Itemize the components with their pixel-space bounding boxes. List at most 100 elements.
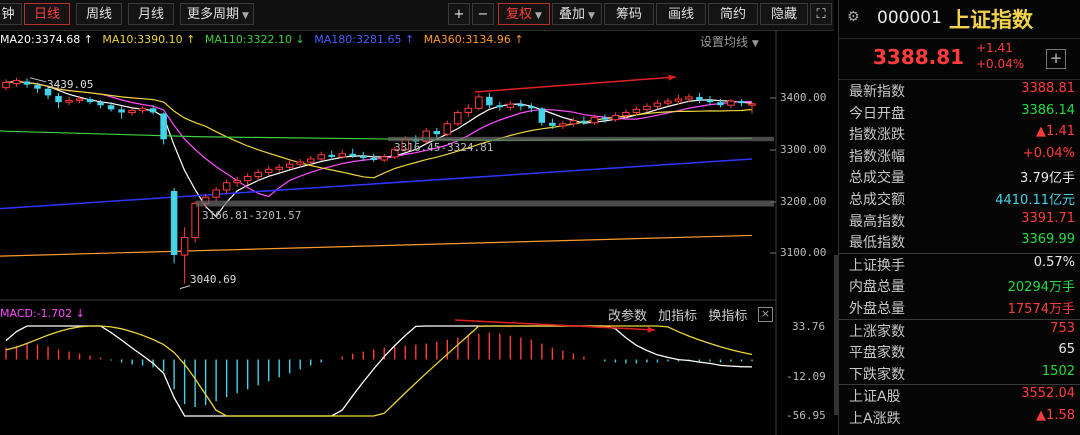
quote-row-label: 今日开盘 <box>849 105 905 122</box>
quote-row-label: 最新指数 <box>849 84 905 100</box>
macd-dif-line <box>5 325 753 417</box>
panel-header: ⚙ 000001 上证指数 <box>839 0 1080 39</box>
quote-row: 最新指数 3388.81 <box>839 80 1080 102</box>
candle-body <box>296 161 304 165</box>
index-code: 000001 <box>877 8 942 28</box>
gear-icon[interactable]: ⚙ <box>847 9 861 25</box>
range-annotation-upper: 3316.45-3324.81 <box>394 141 494 154</box>
candle-body <box>538 108 546 123</box>
candle-body <box>317 154 325 160</box>
quote-row-label: 内盘总量 <box>849 279 905 296</box>
quote-row-label: 指数涨跌 <box>849 127 905 144</box>
candle-body <box>191 202 199 238</box>
candle-body <box>727 100 735 106</box>
ma360-line <box>0 234 753 257</box>
macd-axis-top: 33.76 <box>792 320 826 333</box>
candle-body <box>107 105 115 110</box>
candle-body <box>486 96 493 106</box>
candle-body <box>632 108 641 113</box>
indicator-actions: 改参数 加指标 换指标 <box>608 305 754 324</box>
candle-body <box>97 102 104 106</box>
quote-row-value: ▲1.41 <box>1036 124 1075 140</box>
candle-body <box>748 103 756 106</box>
candle-body <box>233 180 241 184</box>
candle-body <box>2 82 10 89</box>
edit-params-button[interactable]: 改参数 <box>608 309 647 324</box>
price-change-pct: +0.04% <box>976 57 1025 71</box>
quote-row: 外盘总量 17574万手 <box>839 297 1080 319</box>
quote-row-label: 上证换手 <box>849 257 905 274</box>
candle-body <box>243 176 252 182</box>
macd-axis-bot: -56.95 <box>786 409 826 422</box>
candle-body <box>128 109 136 113</box>
quote-row-value: 3369.99 <box>1021 232 1075 248</box>
quote-row-label: 上证A股 <box>849 389 901 406</box>
candle-body <box>517 104 525 107</box>
low-pointer <box>179 285 191 290</box>
candle-body <box>23 81 31 85</box>
candle-body <box>275 166 283 170</box>
candle-body <box>706 100 714 103</box>
candle-body <box>717 102 724 106</box>
macd-dea-line <box>5 325 753 417</box>
current-price: 3388.81 <box>873 45 965 69</box>
candle-body <box>359 155 367 158</box>
candle-body <box>549 122 556 126</box>
kline-chart[interactable] <box>0 0 834 435</box>
macd-axis-mid: -12.09 <box>786 370 826 383</box>
candle-body <box>12 79 21 85</box>
quote-row-value: 17574万手 <box>1007 301 1075 317</box>
high-annotation: 3439.05 <box>47 78 94 91</box>
quote-row: 上涨家数 753 <box>839 318 1080 342</box>
candle-body <box>86 99 94 103</box>
quote-row: 今日开盘 3386.14 <box>839 102 1080 124</box>
quote-row-label: 最高指数 <box>849 213 905 230</box>
price-change: +1.41 <box>976 41 1013 55</box>
candle-body <box>118 109 125 113</box>
quote-row-label: 外盘总量 <box>849 300 905 317</box>
price-row: 3388.81 +1.41 +0.04% + <box>839 39 1080 80</box>
add-watchlist-button[interactable]: + <box>1046 49 1066 69</box>
close-icon[interactable]: × <box>758 307 773 322</box>
candle-body <box>443 123 452 135</box>
candle-body <box>601 117 609 120</box>
quote-row-label: 最低指数 <box>849 235 905 252</box>
candle-body <box>212 189 220 198</box>
add-indicator-button[interactable]: 加指标 <box>658 309 697 324</box>
axis-label-3400: 3400.00 <box>780 91 827 104</box>
quote-row: 平盘家数 65 <box>839 341 1080 363</box>
quote-row: 最高指数 3391.71 <box>839 210 1080 232</box>
quote-row: 上A涨跌 ▲1.58 <box>839 407 1080 429</box>
quote-row: 总成交额 4410.11亿元 <box>839 188 1080 210</box>
candle-body <box>254 171 262 178</box>
quote-row-value: 3386.14 <box>1021 102 1075 118</box>
ma5-line <box>5 80 753 218</box>
candle-body <box>380 156 389 161</box>
quote-panel: ⚙ 000001 上证指数 3388.81 +1.41 +0.04% + 最新指… <box>838 0 1080 435</box>
candle-body <box>559 123 567 127</box>
quote-row: 最低指数 3369.99 <box>839 231 1080 253</box>
quote-row: 指数涨幅 +0.04% <box>839 145 1080 167</box>
candle-body <box>338 153 346 158</box>
low-annotation: 3040.69 <box>190 273 237 286</box>
axis-label-3100: 3100.00 <box>780 246 827 259</box>
candle-body <box>370 157 378 160</box>
trend-arrow-price-head <box>668 74 676 81</box>
quote-row: 指数涨跌 ▲1.41 <box>839 123 1080 145</box>
index-name: 上证指数 <box>949 8 1033 32</box>
quote-row: 上证A股 3552.04 <box>839 384 1080 407</box>
quote-row-value: ▲1.58 <box>1036 407 1075 423</box>
candle-body <box>34 85 41 89</box>
quote-row-value: 3388.81 <box>1021 81 1075 96</box>
candle-body <box>611 115 620 121</box>
quote-row-value: 0.57% <box>1033 254 1075 270</box>
candle-body <box>664 100 672 104</box>
candle-body <box>328 154 335 157</box>
candle-body <box>685 96 693 100</box>
quote-row-label: 总成交额 <box>849 191 905 208</box>
quote-row-label: 上涨家数 <box>849 323 905 340</box>
candle-body <box>674 98 683 102</box>
quote-row-label: 指数涨幅 <box>849 148 905 165</box>
switch-indicator-button[interactable]: 换指标 <box>708 309 747 324</box>
quote-row-label: 下跌家数 <box>849 366 905 383</box>
